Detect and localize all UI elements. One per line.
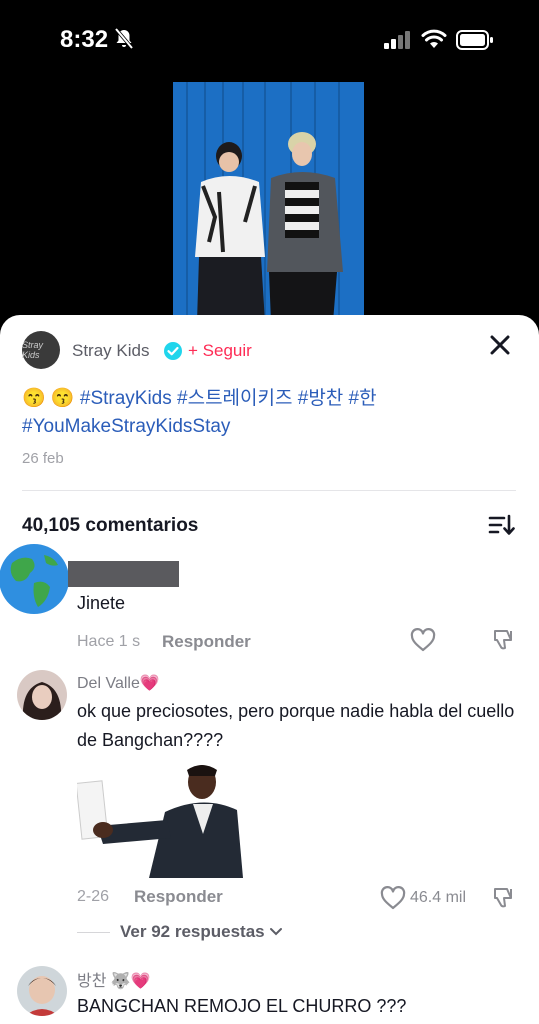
battery-icon [456,30,494,55]
like-count: 46.4 mil [410,889,467,906]
chevron-down-icon [270,928,283,936]
verified-icon [163,341,183,366]
status-time: 8:32 [60,26,109,53]
avatar-photo [17,966,67,1016]
view-replies-button[interactable]: Ver 92 respuestas [120,922,283,942]
comment-date: Hace 1 s [77,633,141,650]
dislike-icon[interactable] [491,628,517,657]
comment-count: 40,105 comentarios [22,515,199,536]
comment-text: ok que preciosotes, pero porque nadie ha… [77,701,515,750]
comment-username[interactable]: Del Valle💗 [77,673,160,693]
bell-muted-icon [114,27,134,55]
avatar[interactable] [17,966,67,1016]
comment-username[interactable]: 방찬 🐺💗 [77,967,151,991]
globe-icon [0,544,69,614]
comments-sheet: Stray Kids Stray Kids + Seguir 😙 😙 #Stra… [0,315,539,1024]
avatar-photo [17,670,67,720]
video-player[interactable] [173,82,364,322]
like-icon[interactable] [410,628,436,657]
reply-button[interactable]: Responder [134,887,223,907]
author-avatar-logo: Stray Kids [22,340,44,360]
redacted-username [68,561,179,587]
like-icon[interactable] [380,886,406,915]
author-name[interactable]: Stray Kids [72,341,149,361]
avatar[interactable] [0,543,70,615]
wifi-icon [421,29,447,54]
dislike-icon[interactable] [491,886,517,915]
author-avatar[interactable]: Stray Kids [22,331,60,369]
video-frame [173,82,364,322]
signal-icon [384,31,412,54]
follow-button[interactable]: + Seguir [188,341,252,361]
post-header: Stray Kids Stray Kids + Seguir [22,331,522,371]
post-date: 26 feb [22,450,64,467]
comment-sticker-image [75,760,245,878]
divider [22,490,516,491]
caption-emoji: 😙 😙 [22,388,75,409]
caption-hashtags[interactable]: #StrayKids #스트레이키즈 #방찬 #한 #YouMakeStrayK… [22,388,377,437]
comment-text: BANGCHAN REMOJO EL CHURRO ??? [77,996,407,1016]
comment-text: Jinete [77,593,126,613]
comment-date: 2-26 [77,888,110,905]
post-caption: 😙 😙 #StrayKids #스트레이키즈 #방찬 #한 #YouMakeSt… [22,385,502,441]
close-icon[interactable] [488,333,512,362]
reply-button[interactable]: Responder [162,632,251,652]
replies-divider [77,932,110,933]
sort-icon[interactable] [488,513,516,542]
avatar[interactable] [17,670,67,720]
status-bar: 8:32 [0,0,539,80]
view-replies-label: Ver 92 respuestas [120,922,265,941]
